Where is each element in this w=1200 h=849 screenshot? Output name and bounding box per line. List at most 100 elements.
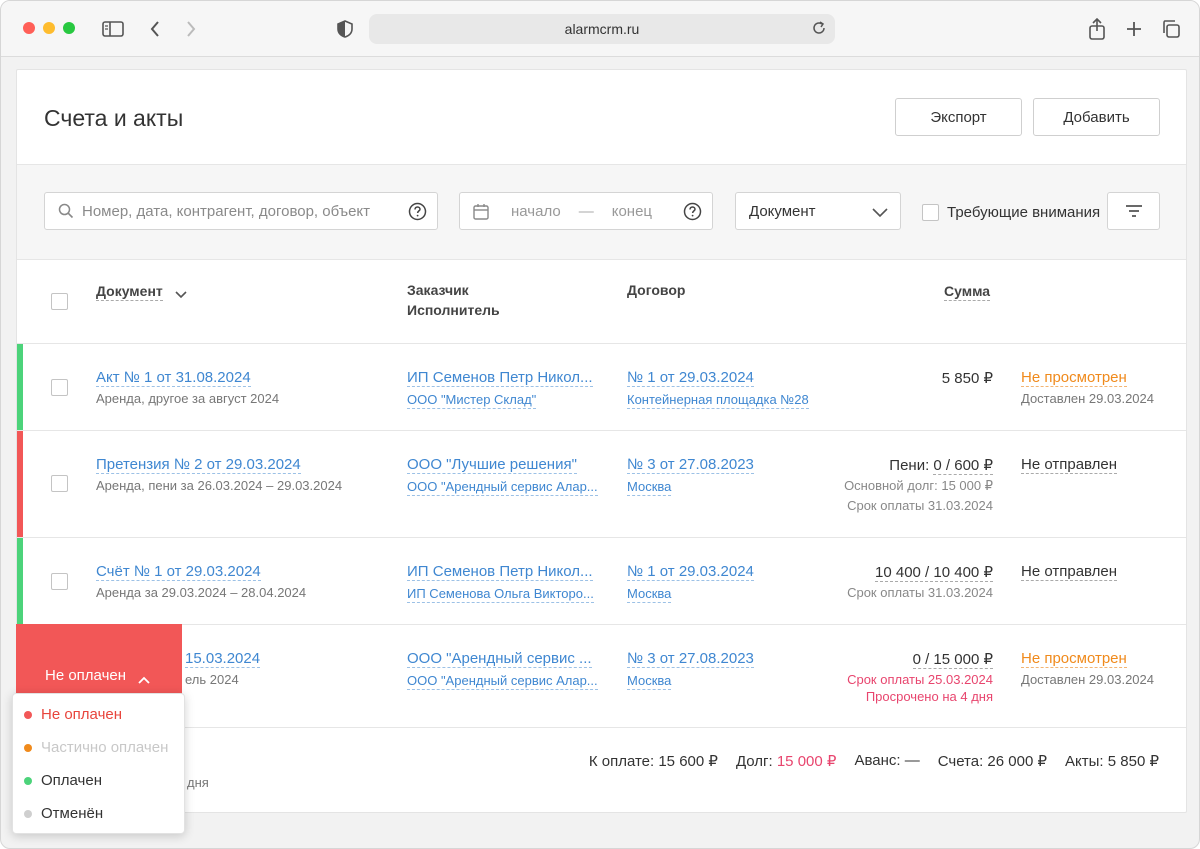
- table-row[interactable]: 15.03.2024 ель 2024 ООО "Арендный сервис…: [17, 625, 1186, 728]
- calendar-icon: [473, 203, 489, 220]
- contractor-link[interactable]: ООО "Мистер Склад": [407, 391, 537, 409]
- attention-filter[interactable]: Требующие внимания: [922, 204, 1100, 221]
- column-sum[interactable]: Сумма: [944, 282, 991, 301]
- payment-due-date: Срок оплаты 31.03.2024: [847, 585, 993, 600]
- filter-icon: [1125, 205, 1143, 217]
- table-row[interactable]: Счёт № 1 от 29.03.2024 Аренда за 29.03.2…: [17, 538, 1186, 625]
- filter-button[interactable]: [1107, 192, 1160, 230]
- plus-icon[interactable]: [1122, 17, 1146, 41]
- advance-total: Аванс: —: [854, 752, 919, 770]
- customer-link[interactable]: ИП Семенов Петр Никол...: [407, 563, 593, 581]
- minimize-window-button[interactable]: [43, 22, 55, 34]
- row-checkbox[interactable]: [51, 379, 68, 396]
- object-link[interactable]: Москва: [627, 672, 672, 690]
- document-description: ель 2024: [185, 672, 239, 687]
- browser-titlebar: alarmcrm.ru: [1, 1, 1199, 57]
- add-button[interactable]: Добавить: [1033, 98, 1160, 136]
- customer-link[interactable]: ООО "Лучшие решения": [407, 456, 577, 474]
- page-header: Счета и акты Экспорт Добавить: [17, 70, 1186, 165]
- column-document-sort[interactable]: Документ: [96, 282, 163, 301]
- contractor-link[interactable]: ИП Семенова Ольга Викторо...: [407, 585, 594, 603]
- document-description: Аренда, пени за 26.03.2024 – 29.03.2024: [96, 478, 343, 493]
- date-help-question-icon[interactable]: [683, 202, 702, 225]
- zoom-window-button[interactable]: [63, 22, 75, 34]
- payment-due-date: Срок оплаты 31.03.2024: [847, 498, 993, 513]
- chevron-right-icon[interactable]: [179, 17, 203, 41]
- search-icon: [58, 203, 74, 219]
- shield-icon: [333, 17, 357, 41]
- table-row[interactable]: Претензия № 2 от 29.03.2024 Аренда, пени…: [17, 431, 1186, 538]
- select-all-checkbox[interactable]: [51, 293, 68, 310]
- totals-summary: К оплате: 15 600 ₽ Долг: 15 000 ₽ Аванс:…: [589, 752, 1159, 770]
- sum-value: 5 850 ₽: [941, 370, 993, 387]
- status-dot-icon: [24, 809, 32, 818]
- payment-option-paid[interactable]: Оплачен: [13, 764, 184, 797]
- invoices-page: Счета и акты Экспорт Добавить Номер, дат…: [16, 69, 1187, 813]
- search-placeholder: Номер, дата, контрагент, договор, объект: [82, 202, 371, 220]
- object-link[interactable]: Москва: [627, 585, 672, 603]
- document-link[interactable]: 15.03.2024: [185, 650, 261, 668]
- search-help-question-icon[interactable]: [408, 202, 427, 225]
- contractor-link[interactable]: ООО "Арендный сервис Алар...: [407, 672, 598, 690]
- chevron-left-icon[interactable]: [143, 17, 167, 41]
- contract-link[interactable]: № 3 от 27.08.2023: [627, 650, 754, 668]
- sidebar-icon[interactable]: [101, 17, 125, 41]
- sum-cell: 10 400 / 10 400 ₽: [875, 563, 993, 582]
- document-type-value: Документ: [749, 202, 816, 220]
- status-dot-icon: [24, 776, 32, 785]
- tabs-icon[interactable]: [1159, 17, 1183, 41]
- payment-option-cancelled[interactable]: Отменён: [13, 797, 184, 830]
- document-link[interactable]: Акт № 1 от 31.08.2024: [96, 369, 251, 387]
- contractor-link[interactable]: ООО "Арендный сервис Алар...: [407, 478, 598, 496]
- attention-checkbox[interactable]: [922, 204, 939, 221]
- payment-status-dropdown: Не оплачен Частично оплачен Оплачен Отме…: [12, 693, 185, 834]
- export-button[interactable]: Экспорт: [895, 98, 1022, 136]
- close-window-button[interactable]: [23, 22, 35, 34]
- advance-label: Аванс:: [854, 752, 905, 769]
- payment-option-unpaid[interactable]: Не оплачен: [13, 698, 184, 731]
- date-start-input[interactable]: начало: [511, 203, 561, 220]
- table-footer: 4 дня К оплате: 15 600 ₽ Долг: 15 000 ₽ …: [17, 728, 1186, 814]
- table-row[interactable]: Акт № 1 от 31.08.2024 Аренда, другое за …: [17, 344, 1186, 431]
- row-checkbox[interactable]: [51, 475, 68, 492]
- payment-option-label: Оплачен: [41, 772, 102, 789]
- row-status-indicator: [17, 344, 23, 430]
- document-type-select[interactable]: Документ: [735, 192, 901, 230]
- payment-due-date: Срок оплаты 25.03.2024: [847, 672, 993, 687]
- document-description: Аренда, другое за август 2024: [96, 391, 280, 406]
- search-input[interactable]: Номер, дата, контрагент, договор, объект: [44, 192, 438, 230]
- payment-option-partial[interactable]: Частично оплачен: [13, 731, 184, 764]
- contract-link[interactable]: № 1 от 29.03.2024: [627, 563, 754, 581]
- delivery-status[interactable]: Не отправлен: [1021, 456, 1118, 474]
- object-link[interactable]: Контейнерная площадка №28: [627, 391, 809, 409]
- column-contractor: Исполнитель: [407, 302, 500, 318]
- acts-total: Акты: 5 850 ₽: [1065, 752, 1159, 770]
- row-checkbox[interactable]: [51, 573, 68, 590]
- object-link[interactable]: Москва: [627, 478, 672, 496]
- contract-link[interactable]: № 3 от 27.08.2023: [627, 456, 754, 474]
- address-bar[interactable]: alarmcrm.ru: [369, 14, 835, 44]
- filters-bar: Номер, дата, контрагент, договор, объект…: [17, 165, 1186, 260]
- date-range-field[interactable]: начало — конец: [459, 192, 713, 230]
- penalty-label: Пени:: [889, 457, 934, 474]
- document-link[interactable]: Счёт № 1 от 29.03.2024: [96, 563, 261, 581]
- acts-value: 5 850 ₽: [1107, 753, 1159, 770]
- chevron-down-icon[interactable]: [175, 286, 187, 304]
- footer-left-caption: дня: [187, 775, 209, 790]
- document-link[interactable]: Претензия № 2 от 29.03.2024: [96, 456, 301, 474]
- delivery-status[interactable]: Не просмотрен: [1021, 369, 1127, 387]
- customer-link[interactable]: ООО "Арендный сервис ...: [407, 650, 592, 668]
- date-end-input[interactable]: конец: [612, 203, 652, 220]
- delivery-status[interactable]: Не отправлен: [1021, 563, 1118, 581]
- reload-icon[interactable]: [811, 20, 827, 39]
- payment-option-label: Частично оплачен: [41, 739, 169, 756]
- delivery-status-date: Доставлен 29.03.2024: [1021, 391, 1154, 406]
- penalty-sum: Пени: 0 / 600 ₽: [889, 456, 993, 475]
- to-pay-value: 15 600 ₽: [658, 753, 718, 770]
- status-dot-icon: [24, 710, 32, 719]
- customer-link[interactable]: ИП Семенов Петр Никол...: [407, 369, 593, 387]
- page-title: Счета и акты: [44, 105, 184, 131]
- delivery-status[interactable]: Не просмотрен: [1021, 650, 1127, 668]
- contract-link[interactable]: № 1 от 29.03.2024: [627, 369, 754, 387]
- share-icon[interactable]: [1085, 17, 1109, 41]
